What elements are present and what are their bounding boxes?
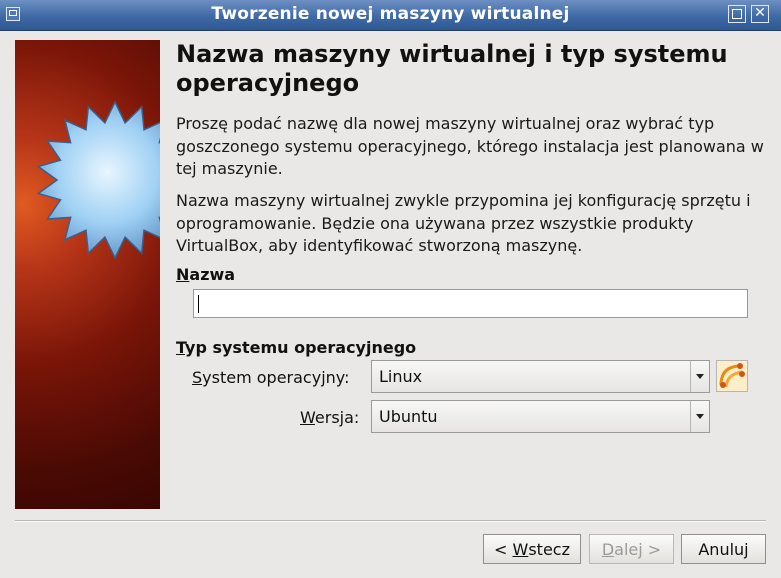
ubuntu-os-icon xyxy=(716,360,748,392)
chevron-down-icon[interactable] xyxy=(690,361,709,392)
back-button[interactable]: < Wstecz xyxy=(483,534,581,564)
wizard-sidebar-image xyxy=(15,40,160,509)
version-select[interactable]: Ubuntu xyxy=(371,400,710,433)
version-select-value: Ubuntu xyxy=(379,407,438,426)
os-select[interactable]: Linux xyxy=(371,360,710,393)
maximize-button[interactable] xyxy=(728,5,746,23)
chevron-down-icon[interactable] xyxy=(690,401,709,432)
description-paragraph-2: Nazwa maszyny wirtualnej zwykle przypomi… xyxy=(176,191,751,255)
os-label: System operacyjny: xyxy=(192,368,350,387)
starburst-logo xyxy=(36,100,160,260)
os-select-value: Linux xyxy=(379,367,423,386)
page-heading: Nazwa maszyny wirtualnej i typ systemu o… xyxy=(176,40,728,97)
vm-name-input[interactable] xyxy=(193,289,748,318)
title-bar[interactable]: Tworzenie nowej maszyny wirtualnej ✕ xyxy=(0,0,781,31)
cancel-button[interactable]: Anuluj xyxy=(681,534,766,564)
description-paragraph-1: Proszę podać nazwę dla nowej maszyny wir… xyxy=(176,114,764,178)
close-button[interactable]: ✕ xyxy=(751,5,769,23)
name-section-label: Nazwa xyxy=(176,265,236,284)
text-caret xyxy=(198,295,199,313)
button-separator xyxy=(15,520,766,522)
next-button[interactable]: Dalej > xyxy=(589,534,674,564)
os-type-section-label: Typ systemu operacyjnego xyxy=(176,338,417,357)
window-title: Tworzenie nowej maszyny wirtualnej xyxy=(211,4,570,24)
version-label: Wersja: xyxy=(300,408,360,427)
